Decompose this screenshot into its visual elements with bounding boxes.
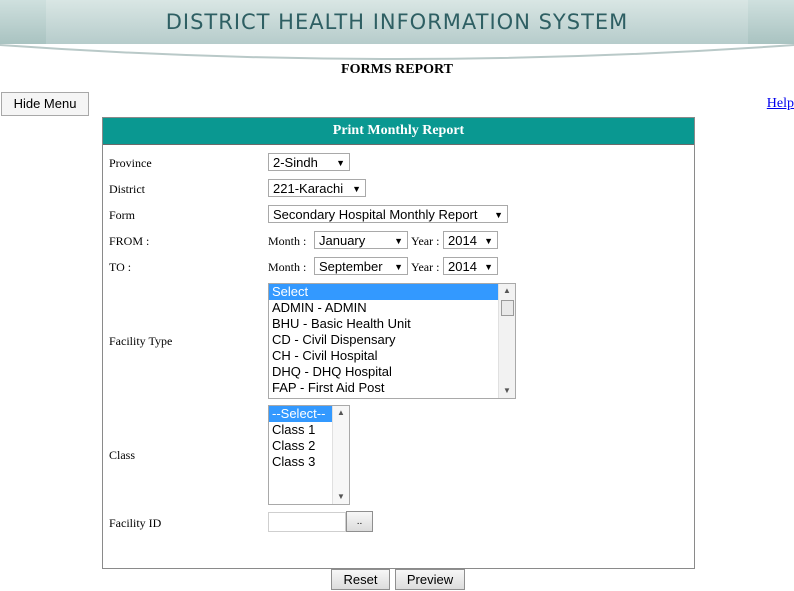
list-item[interactable]: CH - Civil Hospital xyxy=(269,348,515,364)
facility-lookup-button[interactable]: .. xyxy=(346,511,373,532)
from-label: FROM : xyxy=(109,234,150,248)
chevron-down-icon: ▼ xyxy=(352,184,361,194)
to-month-select[interactable]: September ▼ xyxy=(314,257,408,275)
class-listbox[interactable]: --Select-- Class 1 Class 2 Class 3 ▲ ▼ xyxy=(268,405,350,505)
form-select[interactable]: Secondary Hospital Monthly Report ▼ xyxy=(268,205,508,223)
preview-button[interactable]: Preview xyxy=(395,569,465,590)
facility-type-label: Facility Type xyxy=(109,334,173,348)
scroll-up-icon[interactable]: ▲ xyxy=(333,406,349,420)
province-label: Province xyxy=(109,156,152,170)
scroll-down-icon[interactable]: ▼ xyxy=(333,490,349,504)
to-year-value: 2014 xyxy=(448,259,477,274)
district-value: 221-Karachi xyxy=(273,181,344,196)
form-value: Secondary Hospital Monthly Report xyxy=(273,207,478,222)
scroll-down-icon[interactable]: ▼ xyxy=(499,384,515,398)
panel-title: Print Monthly Report xyxy=(103,118,694,145)
chevron-down-icon: ▼ xyxy=(394,236,403,246)
scrollbar[interactable]: ▲ ▼ xyxy=(332,406,349,504)
facility-id-input[interactable] xyxy=(268,512,346,532)
scroll-thumb[interactable] xyxy=(501,300,514,316)
list-item[interactable]: --Select-- xyxy=(269,406,332,422)
from-month-value: January xyxy=(319,233,366,248)
from-month-label: Month : xyxy=(268,234,307,248)
app-title: DISTRICT HEALTH INFORMATION SYSTEM xyxy=(165,10,629,34)
scrollbar[interactable]: ▲ ▼ xyxy=(498,284,515,398)
chevron-down-icon: ▼ xyxy=(494,210,503,220)
facility-type-listbox[interactable]: Select ADMIN - ADMIN BHU - Basic Health … xyxy=(268,283,516,399)
district-label: District xyxy=(109,182,145,196)
chevron-down-icon: ▼ xyxy=(336,158,345,168)
class-label: Class xyxy=(109,448,136,462)
from-year-label: Year : xyxy=(411,234,440,248)
reset-button[interactable]: Reset xyxy=(331,569,390,590)
chevron-down-icon: ▼ xyxy=(394,262,403,272)
chevron-down-icon: ▼ xyxy=(484,262,493,272)
form-label: Form xyxy=(109,208,136,222)
list-item[interactable]: BHU - Basic Health Unit xyxy=(269,316,515,332)
list-item[interactable]: DHQ - DHQ Hospital xyxy=(269,364,515,380)
district-select[interactable]: 221-Karachi ▼ xyxy=(268,179,366,197)
print-monthly-report-panel: Print Monthly Report Province 2-Sindh ▼ … xyxy=(102,117,695,569)
to-year-label: Year : xyxy=(411,260,440,274)
chevron-down-icon: ▼ xyxy=(484,236,493,246)
to-month-value: September xyxy=(319,259,383,274)
province-value: 2-Sindh xyxy=(273,155,318,170)
province-select[interactable]: 2-Sindh ▼ xyxy=(268,153,350,171)
from-year-select[interactable]: 2014 ▼ xyxy=(443,231,498,249)
to-label: TO : xyxy=(109,260,132,274)
page-title: FORMS REPORT xyxy=(341,62,453,77)
scroll-up-icon[interactable]: ▲ xyxy=(499,284,515,298)
list-item[interactable]: ADMIN - ADMIN xyxy=(269,300,515,316)
help-link[interactable]: Help xyxy=(767,96,794,112)
from-year-value: 2014 xyxy=(448,233,477,248)
list-item[interactable]: CD - Civil Dispensary xyxy=(269,332,515,348)
from-month-select[interactable]: January ▼ xyxy=(314,231,408,249)
list-item[interactable]: FAP - First Aid Post xyxy=(269,380,515,396)
hide-menu-button[interactable]: Hide Menu xyxy=(1,92,89,116)
to-year-select[interactable]: 2014 ▼ xyxy=(443,257,498,275)
list-item[interactable]: Select xyxy=(269,284,515,300)
app-banner: DISTRICT HEALTH INFORMATION SYSTEM xyxy=(0,0,794,45)
to-month-label: Month : xyxy=(268,260,307,274)
facility-id-label: Facility ID xyxy=(109,516,162,530)
